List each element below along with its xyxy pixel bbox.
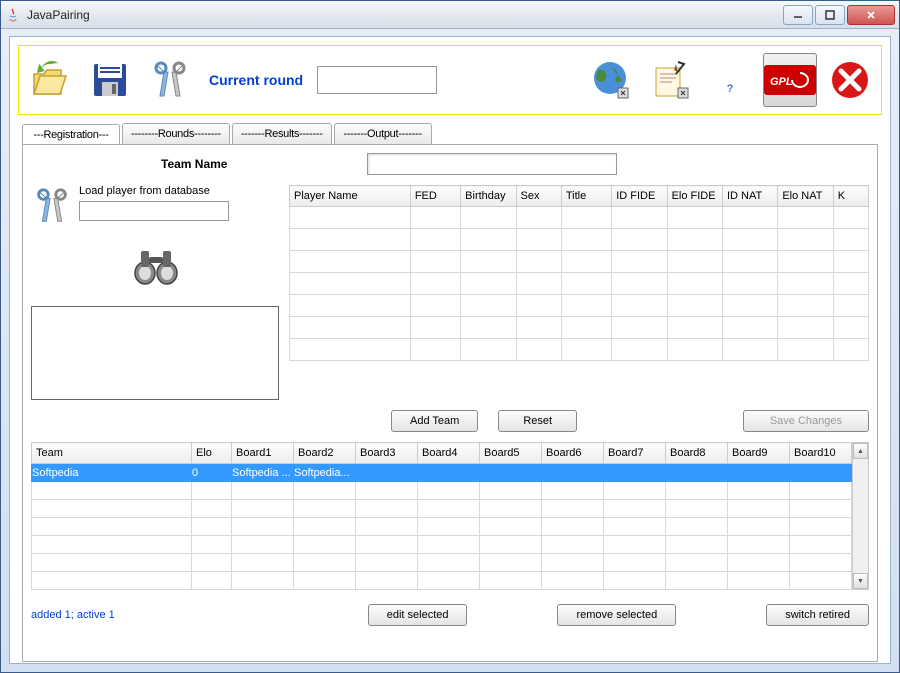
tools-icon (31, 185, 73, 227)
player-row[interactable] (290, 229, 869, 251)
col-board7[interactable]: Board7 (604, 443, 666, 464)
minimize-button[interactable] (783, 5, 813, 25)
save-button[interactable] (83, 53, 137, 107)
col-board6[interactable]: Board6 (542, 443, 604, 464)
col-board2[interactable]: Board2 (294, 443, 356, 464)
exit-button[interactable] (823, 53, 877, 107)
col-fed[interactable]: FED (410, 186, 460, 207)
col-elofide[interactable]: Elo FIDE (667, 186, 722, 207)
col-board4[interactable]: Board4 (418, 443, 480, 464)
col-board8[interactable]: Board8 (666, 443, 728, 464)
team-name-label: Team Name (161, 157, 227, 171)
svg-text:?: ? (727, 83, 734, 95)
main-toolbar: Current round ? GPL (18, 45, 882, 115)
col-birthday[interactable]: Birthday (461, 186, 516, 207)
settings-button[interactable] (143, 53, 197, 107)
team-row[interactable] (32, 572, 852, 590)
col-board3[interactable]: Board3 (356, 443, 418, 464)
scroll-up-icon[interactable]: ▲ (853, 443, 868, 459)
help-button[interactable]: ? (703, 53, 757, 107)
save-changes-button: Save Changes (743, 410, 869, 432)
tab-registration[interactable]: ---Registration--- (22, 124, 120, 145)
col-player-name[interactable]: Player Name (290, 186, 411, 207)
current-round-label: Current round (209, 72, 303, 88)
player-row[interactable] (290, 251, 869, 273)
team-table-scrollbar[interactable]: ▲ ▼ (852, 442, 869, 590)
application-window: JavaPairing Current round (0, 0, 900, 673)
team-table[interactable]: Team Elo Board1 Board2 Board3 Board4 Boa… (31, 442, 869, 590)
close-button[interactable] (847, 5, 895, 25)
web-button[interactable] (583, 53, 637, 107)
switch-retired-button[interactable]: switch retired (766, 604, 869, 626)
java-icon (5, 7, 21, 23)
scroll-down-icon[interactable]: ▼ (853, 573, 868, 589)
player-row[interactable] (290, 273, 869, 295)
current-round-input[interactable] (317, 66, 437, 94)
content-area: Current round ? GPL ---Registration--- (9, 36, 891, 664)
report-button[interactable] (643, 53, 697, 107)
open-button[interactable] (23, 53, 77, 107)
license-button[interactable]: GPL (763, 53, 817, 107)
remove-selected-button[interactable]: remove selected (557, 604, 676, 626)
team-row[interactable] (32, 482, 852, 500)
team-row[interactable] (32, 500, 852, 518)
window-title: JavaPairing (27, 8, 783, 22)
col-board5[interactable]: Board5 (480, 443, 542, 464)
team-row[interactable] (32, 518, 852, 536)
team-name-input[interactable] (367, 153, 617, 175)
tab-output[interactable]: -------Output------- (334, 123, 432, 144)
team-row[interactable] (32, 536, 852, 554)
titlebar[interactable]: JavaPairing (1, 1, 899, 29)
col-board1[interactable]: Board1 (232, 443, 294, 464)
add-team-button[interactable]: Add Team (391, 410, 478, 432)
col-k[interactable]: K (833, 186, 868, 207)
col-board10[interactable]: Board10 (790, 443, 852, 464)
col-title[interactable]: Title (561, 186, 611, 207)
reset-button[interactable]: Reset (498, 410, 577, 432)
col-elonat[interactable]: Elo NAT (778, 186, 833, 207)
registration-panel: Team Name Load player from database (22, 144, 878, 662)
player-row[interactable] (290, 317, 869, 339)
team-row[interactable] (32, 554, 852, 572)
col-board9[interactable]: Board9 (728, 443, 790, 464)
player-row[interactable] (290, 295, 869, 317)
edit-selected-button[interactable]: edit selected (368, 604, 468, 626)
team-row[interactable]: Softpedia 0 Softpedia ... Softpedia... (32, 464, 852, 482)
maximize-button[interactable] (815, 5, 845, 25)
tab-results[interactable]: -------Results------- (232, 123, 332, 144)
load-player-input[interactable] (79, 201, 229, 221)
col-idnat[interactable]: ID NAT (722, 186, 777, 207)
player-row[interactable] (290, 207, 869, 229)
player-table[interactable]: Player Name FED Birthday Sex Title ID FI… (289, 185, 869, 400)
col-elo[interactable]: Elo (192, 443, 232, 464)
col-team[interactable]: Team (32, 443, 192, 464)
tab-bar: ---Registration--- --------Rounds-------… (10, 123, 890, 144)
tab-rounds[interactable]: --------Rounds-------- (122, 123, 230, 144)
svg-text:GPL: GPL (770, 76, 793, 88)
player-search-list[interactable] (31, 306, 279, 400)
status-text: added 1; active 1 (31, 609, 115, 621)
player-row[interactable] (290, 339, 869, 361)
binoculars-icon[interactable] (131, 243, 181, 290)
col-idfide[interactable]: ID FIDE (612, 186, 667, 207)
load-player-label: Load player from database (79, 185, 229, 197)
col-sex[interactable]: Sex (516, 186, 561, 207)
